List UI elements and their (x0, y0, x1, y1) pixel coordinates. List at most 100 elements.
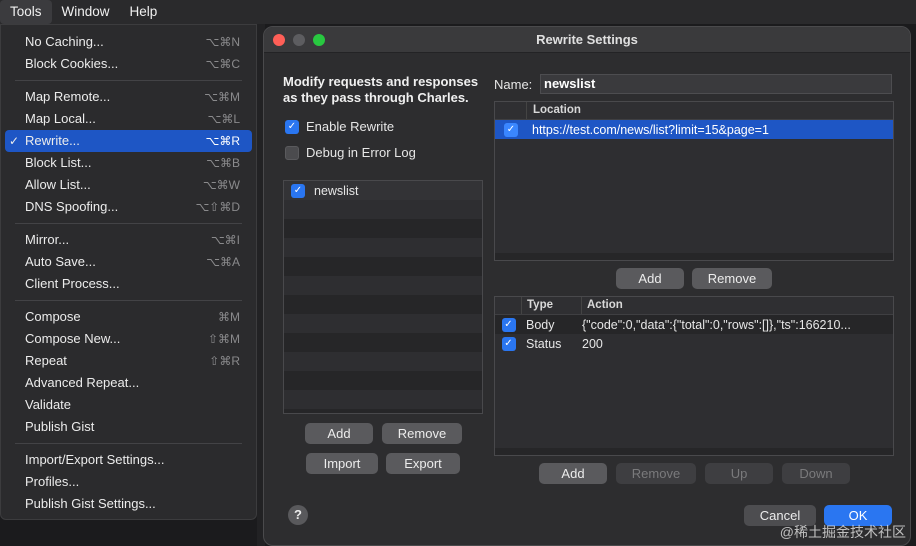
rule-type: Body (526, 317, 555, 332)
menu-item-shortcut: ⌥⌘N (205, 35, 241, 49)
sets-add-button[interactable]: Add (305, 423, 373, 444)
rule-type: Status (526, 336, 562, 351)
checkmark-icon: ✓ (9, 134, 20, 148)
menu-item-allow-list[interactable]: Allow List... ⌥⌘W (5, 174, 252, 196)
locations-table[interactable]: Location ✓ https://test.com/news/list?li… (494, 101, 894, 261)
menu-item-publish-gist[interactable]: Publish Gist (5, 416, 252, 438)
location-remove-button[interactable]: Remove (692, 268, 772, 289)
menu-item-compose-new[interactable]: Compose New... ⇧⌘M (5, 328, 252, 350)
location-checkbox[interactable]: ✓ (504, 122, 518, 137)
debug-log-row[interactable]: Debug in Error Log (285, 145, 416, 160)
menu-item-shortcut: ⇧⌘M (207, 332, 240, 346)
locations-header: Location (495, 102, 893, 120)
menu-item-rewrite[interactable]: ✓ Rewrite... ⌥⌘R (5, 130, 252, 152)
menu-item-shortcut: ⌥⌘L (207, 112, 240, 126)
menu-item-map-remote[interactable]: Map Remote... ⌥⌘M (5, 86, 252, 108)
menu-item-label: Map Remote... (25, 89, 111, 104)
tools-menu: No Caching... ⌥⌘N Block Cookies... ⌥⌘C Map R… (0, 24, 257, 520)
menu-item-block-cookies[interactable]: Block Cookies... ⌥⌘C (5, 53, 252, 75)
name-field[interactable]: newslist (540, 74, 892, 94)
menu-item-validate[interactable]: Validate (5, 394, 252, 416)
menu-item-compose[interactable]: Compose ⌘M (5, 306, 252, 328)
menu-item-block-list[interactable]: Block List... ⌥⌘B (5, 152, 252, 174)
menubar-window[interactable]: Window (52, 0, 120, 24)
sets-remove-button[interactable]: Remove (382, 423, 462, 444)
menu-item-label: Repeat (25, 353, 67, 368)
menubar: Tools Window Help (0, 0, 916, 24)
menu-item-client-process[interactable]: Client Process... (5, 273, 252, 295)
enable-rewrite-checkbox[interactable]: ✓ (285, 119, 299, 134)
menu-item-label: Compose (25, 309, 81, 324)
rule-action: 200 (582, 336, 603, 351)
menu-item-dns-spoofing[interactable]: DNS Spoofing... ⌥⇧⌘D (5, 196, 252, 218)
menubar-tools[interactable]: Tools (0, 0, 52, 24)
table-row[interactable]: ✓ Status 200 (495, 334, 893, 353)
location-column-header: Location (533, 104, 581, 116)
menu-item-label: Profiles... (25, 474, 80, 489)
set-name: newslist (314, 183, 359, 198)
menu-item-auto-save[interactable]: Auto Save... ⌥⌘A (5, 251, 252, 273)
menu-item-shortcut: ⌥⇧⌘D (195, 200, 240, 214)
table-row[interactable]: ✓ Body {"code":0,"data":{"total":0,"rows… (495, 315, 893, 334)
menu-item-label: Publish Gist (25, 419, 95, 434)
location-add-button[interactable]: Add (616, 268, 684, 289)
rules-table[interactable]: Type Action ✓ Body {"code":0,"data":{"to… (494, 296, 894, 456)
menu-item-shortcut: ⌥⌘R (205, 134, 241, 148)
list-item[interactable]: ✓ newslist (284, 181, 482, 200)
menu-item-publish-gist-settings[interactable]: Publish Gist Settings... (5, 493, 252, 515)
menu-item-label: DNS Spoofing... (25, 199, 119, 214)
menu-item-label: Publish Gist Settings... (25, 496, 156, 511)
rule-down-button[interactable]: Down (782, 463, 850, 484)
menu-item-shortcut: ⌥⌘I (210, 233, 240, 247)
enable-rewrite-row[interactable]: ✓ Enable Rewrite (285, 119, 394, 134)
set-checkbox[interactable]: ✓ (291, 183, 305, 198)
menu-item-no-caching[interactable]: No Caching... ⌥⌘N (5, 31, 252, 53)
menu-item-shortcut: ⌥⌘C (205, 57, 241, 71)
menu-item-shortcut: ⌥⌘M (204, 90, 240, 104)
location-url: https://test.com/news/list?limit=15&page… (532, 122, 769, 137)
menu-item-shortcut: ⌥⌘B (206, 156, 240, 170)
menu-item-label: Import/Export Settings... (25, 452, 165, 467)
menu-item-advanced-repeat[interactable]: Advanced Repeat... (5, 372, 252, 394)
type-column-header: Type (522, 297, 582, 314)
menu-item-label: Client Process... (25, 276, 120, 291)
dialog-titlebar: Rewrite Settings (264, 27, 910, 53)
rewrite-sets-list[interactable]: ✓ newslist (283, 180, 483, 414)
debug-log-checkbox[interactable] (285, 145, 299, 160)
table-row[interactable]: ✓ https://test.com/news/list?limit=15&pa… (495, 120, 893, 139)
sets-import-button[interactable]: Import (306, 453, 378, 474)
rule-checkbox[interactable]: ✓ (501, 336, 516, 351)
rule-add-button[interactable]: Add (539, 463, 607, 484)
menu-item-profiles[interactable]: Profiles... (5, 471, 252, 493)
menu-item-import-export-settings[interactable]: Import/Export Settings... (5, 449, 252, 471)
menu-item-label: Compose New... (25, 331, 121, 346)
name-label: Name: (494, 77, 533, 92)
menu-item-shortcut: ⇧⌘R (209, 354, 240, 368)
menu-item-label: Block Cookies... (25, 56, 119, 71)
sets-export-button[interactable]: Export (386, 453, 460, 474)
debug-log-label: Debug in Error Log (306, 145, 416, 160)
menu-separator (15, 223, 242, 224)
menu-separator (15, 80, 242, 81)
menu-item-label: Map Local... (25, 111, 96, 126)
menu-item-shortcut: ⌘M (218, 310, 240, 324)
menu-item-label: No Caching... (25, 34, 104, 49)
rule-up-button[interactable]: Up (705, 463, 773, 484)
action-column-header: Action (587, 299, 623, 311)
rule-checkbox[interactable]: ✓ (501, 317, 516, 332)
menu-item-shortcut: ⌥⌘W (202, 178, 240, 192)
rules-header: Type Action (495, 297, 893, 315)
menu-item-label: Allow List... (25, 177, 91, 192)
menu-item-label: Auto Save... (25, 254, 96, 269)
help-button[interactable]: ? (288, 505, 308, 525)
menu-item-mirror[interactable]: Mirror... ⌥⌘I (5, 229, 252, 251)
watermark: @稀土掘金技术社区 (779, 524, 906, 540)
menu-item-label: Mirror... (25, 232, 70, 247)
menu-item-repeat[interactable]: Repeat ⇧⌘R (5, 350, 252, 372)
rule-remove-button[interactable]: Remove (616, 463, 696, 484)
menubar-help[interactable]: Help (120, 0, 168, 24)
menu-item-map-local[interactable]: Map Local... ⌥⌘L (5, 108, 252, 130)
menu-item-label: Advanced Repeat... (25, 375, 140, 390)
menu-item-label: Rewrite... (25, 133, 80, 148)
enable-rewrite-label: Enable Rewrite (306, 119, 395, 134)
